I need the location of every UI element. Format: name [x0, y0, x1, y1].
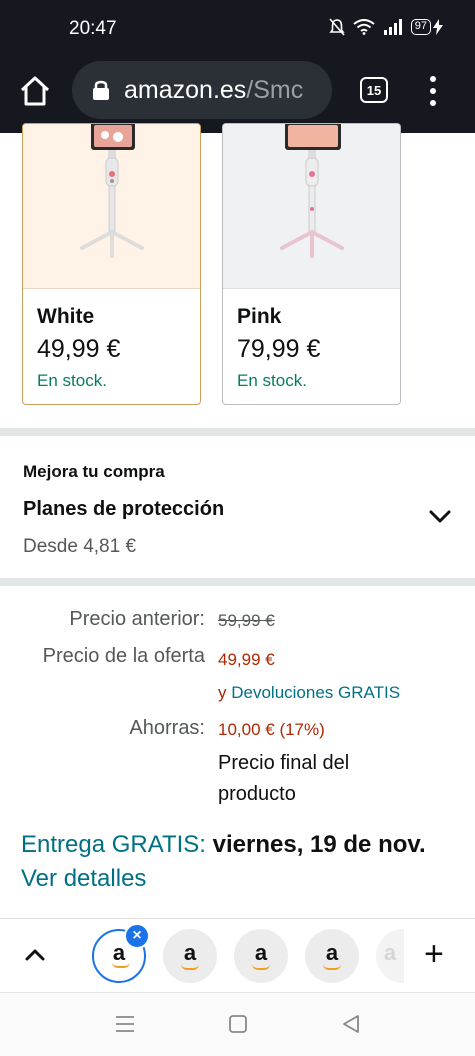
- amazon-favicon-icon: a: [183, 940, 197, 965]
- variant-name: White: [37, 305, 95, 328]
- chevron-up-icon[interactable]: [24, 947, 46, 963]
- free-returns-line: y Devoluciones GRATIS: [218, 683, 400, 703]
- signal-icon: [383, 19, 402, 35]
- section-divider: [0, 428, 475, 436]
- previous-price-label: Precio anterior:: [69, 608, 205, 630]
- amazon-favicon-icon: a: [254, 940, 268, 965]
- variant-stock: En stock.: [37, 371, 107, 390]
- variant-card-white[interactable]: White 49,99 € En stock.: [22, 123, 201, 405]
- delivery-info: Entrega GRATIS: viernes, 19 de nov. Ver …: [21, 828, 426, 896]
- delivery-date: viernes, 19 de nov.: [212, 831, 426, 858]
- variant-stock: En stock.: [237, 371, 307, 390]
- protection-price: Desde 4,81 €: [23, 536, 137, 557]
- final-price-line-2: producto: [218, 783, 296, 805]
- close-tab-icon[interactable]: ×: [124, 923, 150, 949]
- final-price-line-1: Precio final del: [218, 752, 350, 774]
- savings-value: 10,00 € (17%): [218, 720, 325, 739]
- variant-selector: White 49,99 € En stock. Pink 79,99 € En …: [0, 123, 475, 428]
- url-domain: amazon.es: [124, 75, 247, 104]
- browser-chrome: 20:47 97 amazon.es /Smc 15: [0, 0, 475, 133]
- wifi-icon: [353, 19, 375, 35]
- previous-price-value: 59,99 €: [218, 611, 275, 630]
- tab-switcher-button[interactable]: 15: [360, 77, 388, 103]
- selfie-stick-pink-image: [279, 124, 344, 258]
- battery-indicator: 97: [410, 19, 443, 35]
- offer-price-label: Precio de la oferta: [42, 645, 205, 667]
- new-tab-button[interactable]: +: [424, 935, 444, 974]
- url-path: /Smc: [246, 75, 304, 104]
- bell-muted-icon: [329, 18, 345, 36]
- chevron-down-icon[interactable]: [428, 509, 452, 525]
- final-price-note: Precio final del producto: [218, 748, 349, 810]
- offer-price-value: 49,99 €: [218, 650, 275, 669]
- tab-thumbnail[interactable]: a: [234, 929, 288, 983]
- address-bar[interactable]: amazon.es/Smc: [72, 61, 332, 119]
- tab-thumbnail[interactable]: a: [305, 929, 359, 983]
- delivery-details-link[interactable]: Ver detalles: [21, 862, 426, 896]
- tab-thumbnail[interactable]: a: [163, 929, 217, 983]
- variant-name: Pink: [237, 305, 282, 328]
- amazon-favicon-icon: a: [383, 940, 397, 965]
- free-delivery-link[interactable]: Entrega GRATIS:: [21, 831, 206, 858]
- selfie-stick-white-image: [79, 124, 144, 258]
- free-returns-link[interactable]: Devoluciones GRATIS: [231, 683, 400, 702]
- home-icon[interactable]: [18, 74, 52, 108]
- overflow-menu-icon[interactable]: [424, 76, 442, 106]
- back-nav-icon[interactable]: [341, 1014, 361, 1034]
- product-image-pink: [223, 124, 400, 289]
- variant-card-pink[interactable]: Pink 79,99 € En stock.: [222, 123, 401, 405]
- lock-icon: [93, 80, 109, 100]
- status-time: 20:47: [69, 18, 117, 39]
- amazon-favicon-icon: a: [325, 940, 339, 965]
- savings-label: Ahorras:: [129, 717, 205, 739]
- variant-price: 49,99 €: [37, 335, 121, 363]
- product-image-white: [23, 124, 200, 289]
- variant-price: 79,99 €: [237, 335, 321, 363]
- protection-plans-section[interactable]: Mejora tu compra Planes de protección De…: [0, 436, 475, 578]
- tab-strip: a × a a a a +: [0, 918, 475, 992]
- system-navigation-bar: [0, 992, 475, 1056]
- returns-prefix: y: [218, 683, 227, 702]
- status-icons: 97: [329, 18, 443, 36]
- status-bar: 20:47 97: [0, 0, 475, 58]
- charging-bolt-icon: [433, 19, 443, 35]
- home-nav-icon[interactable]: [228, 1014, 248, 1034]
- protection-title: Planes de protección: [23, 498, 225, 520]
- tab-thumbnail-partial[interactable]: a: [376, 929, 404, 983]
- section-divider: [0, 578, 475, 586]
- recent-apps-icon[interactable]: [114, 1014, 136, 1034]
- battery-level: 97: [410, 19, 431, 35]
- protection-kicker: Mejora tu compra: [23, 462, 165, 481]
